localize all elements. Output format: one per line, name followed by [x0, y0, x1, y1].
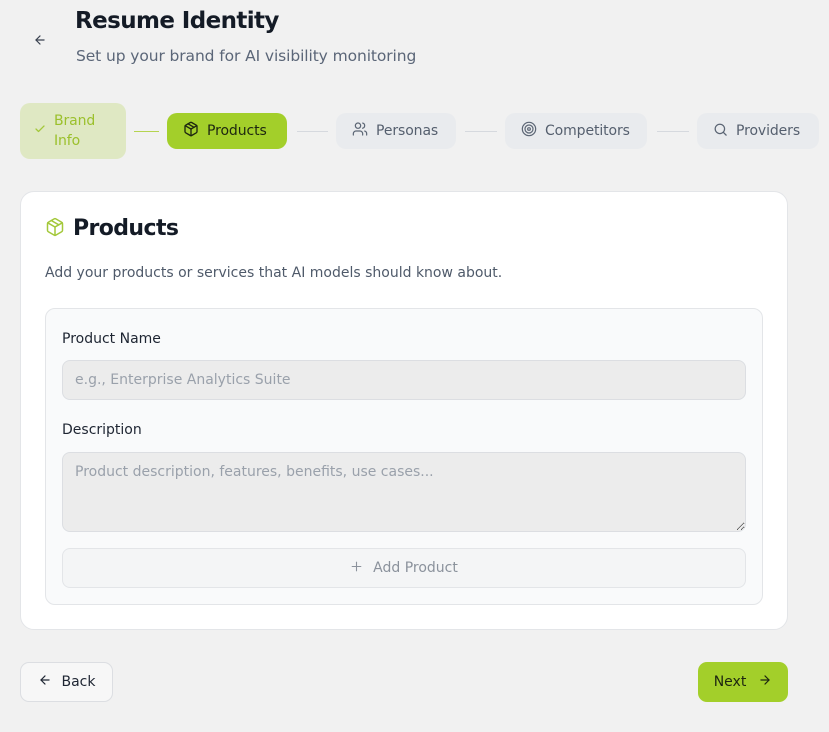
card-description: Add your products or services that AI mo…	[45, 265, 503, 281]
step-competitors[interactable]: Competitors	[505, 113, 647, 149]
step-label: Products	[207, 123, 267, 139]
product-form: Product Name Description Add Product	[45, 308, 763, 605]
step-label: Providers	[736, 123, 801, 139]
check-icon	[34, 123, 46, 139]
plus-icon	[350, 560, 363, 577]
step-label: Personas	[376, 123, 439, 139]
target-icon	[521, 121, 537, 141]
back-arrow-icon[interactable]	[30, 30, 50, 50]
step-connector	[134, 131, 159, 132]
step-products[interactable]: Products	[167, 113, 287, 149]
back-button-label: Back	[61, 674, 96, 690]
step-label: Brand Info	[54, 113, 96, 149]
products-card: Products Add your products or services t…	[20, 191, 788, 630]
back-button[interactable]: Back	[20, 662, 113, 702]
search-icon	[713, 122, 728, 141]
step-providers[interactable]: Providers	[697, 113, 819, 149]
arrow-right-icon	[758, 673, 772, 691]
package-icon	[45, 217, 65, 241]
page-subtitle: Set up your brand for AI visibility moni…	[76, 47, 417, 65]
next-button[interactable]: Next	[698, 662, 788, 702]
product-name-label: Product Name	[62, 331, 161, 347]
description-textarea[interactable]	[62, 452, 746, 532]
step-personas[interactable]: Personas	[336, 113, 456, 149]
step-connector	[297, 131, 328, 132]
description-label: Description	[62, 422, 142, 438]
card-header: Products	[45, 216, 179, 241]
step-connector	[465, 131, 497, 132]
package-icon	[183, 121, 199, 141]
step-brand-info[interactable]: Brand Info	[20, 103, 126, 159]
arrow-left-icon	[38, 673, 52, 691]
page-title: Resume Identity	[75, 8, 279, 34]
product-name-input[interactable]	[62, 360, 746, 400]
users-icon	[352, 121, 368, 141]
step-label: Competitors	[545, 123, 630, 139]
wizard-page: Resume Identity Set up your brand for AI…	[0, 0, 829, 732]
next-button-label: Next	[713, 674, 747, 690]
add-product-button[interactable]: Add Product	[62, 548, 746, 588]
step-connector	[657, 131, 689, 132]
card-title: Products	[73, 216, 179, 241]
add-product-label: Add Product	[373, 560, 458, 576]
